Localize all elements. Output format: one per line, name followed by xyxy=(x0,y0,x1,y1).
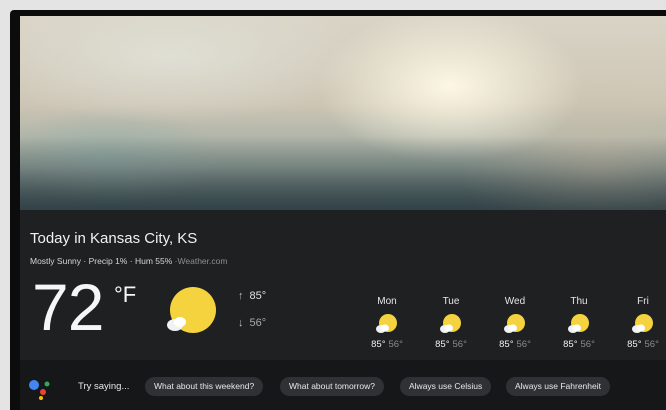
google-assistant-icon xyxy=(29,380,50,400)
forecast-day[interactable]: Wed 85° 56° xyxy=(490,296,540,350)
day-temps: 85° 56° xyxy=(426,339,476,350)
suggestion-chip-weekend[interactable]: What about this weekend? xyxy=(145,377,264,396)
day-low: 56° xyxy=(644,339,659,350)
humidity: Hum 55% xyxy=(134,256,173,266)
separator: · xyxy=(83,256,87,266)
day-temps: 85° 56° xyxy=(362,339,412,350)
location-title: Today in Kansas City, KS xyxy=(30,230,198,247)
day-high: 85° xyxy=(563,339,578,350)
five-day-forecast: Mon 85° 56° Tue 85° 56° Wed 85° 56° Thu … xyxy=(362,296,662,356)
forecast-day[interactable]: Thu 85° 56° xyxy=(554,296,604,350)
forecast-day[interactable]: Fri 85° 56° xyxy=(618,296,666,350)
conditions-line: Mostly Sunny · Precip 1% · Hum 55% ·Weat… xyxy=(30,256,227,266)
today-low: ↓ 56° xyxy=(238,317,266,329)
partly-sunny-icon xyxy=(568,314,589,333)
day-temps: 85° 56° xyxy=(554,339,604,350)
assistant-suggestion-bar: Try saying... What about this weekend? W… xyxy=(20,360,666,410)
partly-sunny-icon xyxy=(504,314,525,333)
day-name: Thu xyxy=(570,296,588,307)
condition-summary: Mostly Sunny xyxy=(30,256,82,266)
day-name: Wed xyxy=(504,296,526,307)
day-name: Tue xyxy=(442,296,460,307)
hero-shade xyxy=(20,136,666,210)
forecast-day[interactable]: Tue 85° 56° xyxy=(426,296,476,350)
temperature-unit: °F xyxy=(114,282,137,307)
day-high: 85° xyxy=(371,339,386,350)
partly-sunny-icon xyxy=(376,314,397,333)
day-temps: 85° 56° xyxy=(618,339,666,350)
day-low: 56° xyxy=(516,339,531,350)
day-temps: 85° 56° xyxy=(490,339,540,350)
sun-icon xyxy=(167,287,216,333)
low-value: 56° xyxy=(249,317,267,329)
high-value: 85° xyxy=(249,290,267,302)
day-high: 85° xyxy=(627,339,642,350)
day-name: Mon xyxy=(377,296,397,307)
partly-sunny-icon xyxy=(440,314,461,333)
day-low: 56° xyxy=(452,339,467,350)
forecast-day[interactable]: Mon 85° 56° xyxy=(362,296,412,350)
day-high: 85° xyxy=(435,339,450,350)
try-saying-label: Try saying... xyxy=(78,381,130,392)
today-high: ↑ 85° xyxy=(238,290,266,302)
suggestion-chip-tomorrow[interactable]: What about tomorrow? xyxy=(280,377,384,396)
suggestion-chip-fahrenheit[interactable]: Always use Fahrenheit xyxy=(506,377,610,396)
arrow-down-icon: ↓ xyxy=(238,317,244,329)
suggestion-chip-celsius[interactable]: Always use Celsius xyxy=(400,377,492,396)
tv-screen: Today in Kansas City, KS Mostly Sunny · … xyxy=(20,16,666,410)
day-low: 56° xyxy=(580,339,595,350)
day-name: Fri xyxy=(637,296,649,307)
current-temperature: 72 xyxy=(32,270,104,344)
day-low: 56° xyxy=(388,339,403,350)
partly-sunny-icon xyxy=(632,314,653,333)
arrow-up-icon: ↑ xyxy=(238,290,244,302)
precipitation: Precip 1% xyxy=(88,256,128,266)
separator: · xyxy=(129,256,133,266)
day-high: 85° xyxy=(499,339,514,350)
source-attribution: Weather.com xyxy=(177,256,228,266)
